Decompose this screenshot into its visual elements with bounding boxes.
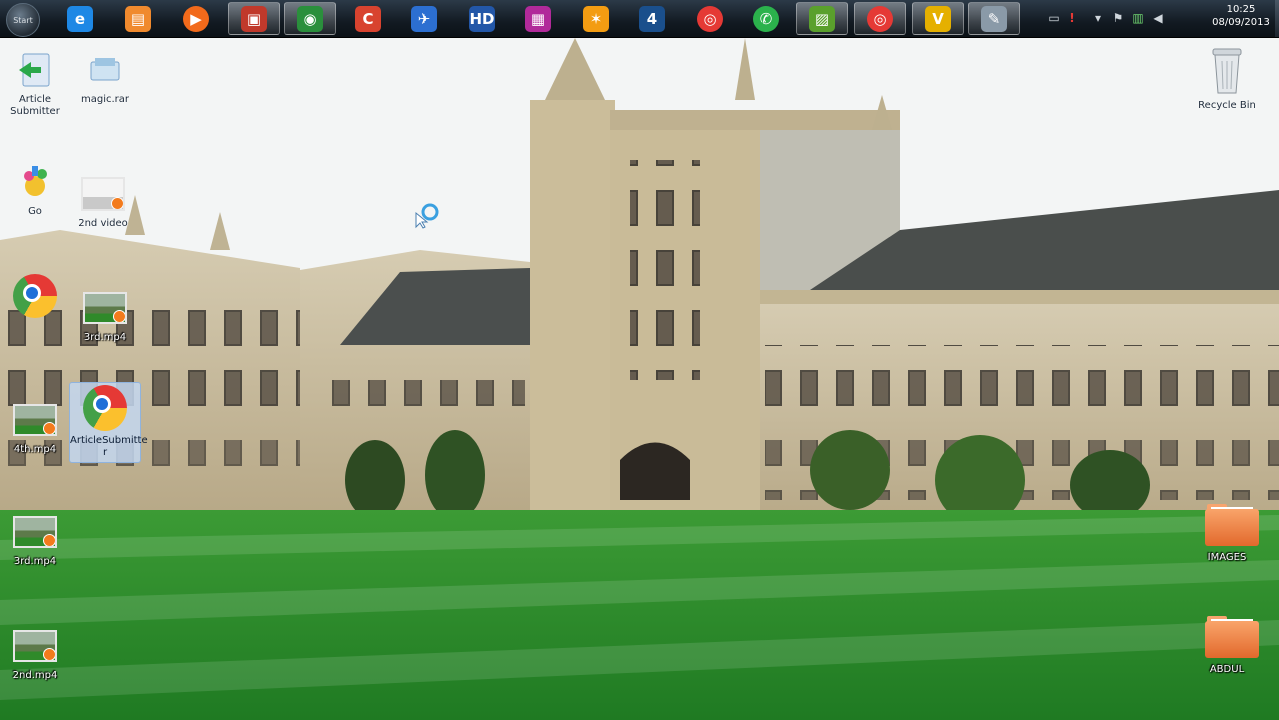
internet-explorer-icon: e — [67, 5, 93, 32]
desktop-screen: Start e ▤ ▶ ▣ ◉ C ✈ HD ▦ ✶ 4 ◎ ✆ ▨ ◎ V ✎ ▭ ! ▾ ⚑ ▥ ◀ 10:… — [0, 0, 1279, 720]
taskbar-button-number-four-app[interactable]: 4 — [626, 2, 678, 35]
desktop-icon-recycle-bin[interactable]: Recycle Bin — [1192, 44, 1262, 112]
colorful-app-icon — [13, 160, 57, 204]
video-editor-icon: ▦ — [525, 5, 551, 32]
desktop-wallpaper — [0, 0, 1279, 720]
taskbar-button-video-editor[interactable]: ▦ — [512, 2, 564, 35]
screen-recorder-icon: ▣ — [241, 5, 267, 32]
desktop-icon-app-3[interactable]: Go — [0, 160, 70, 218]
folder-icon — [1205, 612, 1259, 662]
taskbar-button-media-player[interactable]: ▶ — [170, 2, 222, 35]
start-label: Start — [13, 15, 33, 25]
desktop-icon-label: 4th.mp4 — [13, 444, 57, 455]
video-thumbnail-icon — [13, 398, 57, 442]
desktop-icon-label: IMAGES — [1207, 552, 1247, 563]
tray-battery-icon[interactable]: ▭ — [1047, 11, 1061, 25]
whatsapp-icon: ✆ — [753, 5, 779, 32]
taskbar-button-download-manager[interactable]: ✈ — [398, 2, 450, 35]
desktop-icon-label: Go — [28, 206, 42, 217]
clock-time: 10:25 — [1226, 4, 1256, 15]
folder-icon — [1205, 500, 1259, 550]
desktop-icon-images-folder[interactable]: IMAGES — [1192, 500, 1262, 564]
taskbar-button-image-viewer[interactable]: ▨ — [796, 2, 848, 35]
download-manager-icon: ✈ — [411, 5, 437, 32]
desktop-icon-label: 2nd video — [78, 218, 128, 229]
desktop-icon-3rd-mp4-b[interactable]: 3rd.mp4 — [0, 510, 70, 568]
taskbar-button-vivaldi[interactable]: V — [912, 2, 964, 35]
taskbar-button-folder-shortcut[interactable]: ▤ — [112, 2, 164, 35]
desktop-icon-label: 3rd.mp4 — [13, 556, 57, 567]
taskbar-button-whatsapp[interactable]: ✆ — [740, 2, 792, 35]
chrome-icon: ◎ — [697, 5, 723, 32]
avast-icon: ✶ — [583, 5, 609, 32]
tray-flag-icon[interactable]: ⚑ — [1111, 11, 1125, 25]
camera-app-icon: ◉ — [297, 5, 323, 32]
desktop-icon-label: magic.rar — [80, 94, 130, 105]
video-thumbnail-icon — [83, 286, 127, 330]
chrome-window-icon: ◎ — [867, 5, 893, 32]
taskbar-clock[interactable]: 10:25 08/09/2013 — [1209, 3, 1273, 34]
show-desktop-button[interactable] — [1275, 0, 1279, 37]
tray-overflow-icon[interactable]: ▾ — [1091, 11, 1105, 25]
archive-icon — [83, 48, 127, 92]
desktop-icon-chrome-selected[interactable]: ArticleSubmitte r — [69, 382, 148, 463]
video-thumbnail-icon — [81, 172, 125, 216]
tray-network-icon[interactable]: ▥ — [1131, 11, 1145, 25]
desktop-icon-label: Recycle Bin — [1198, 100, 1256, 111]
video-thumbnail-icon — [13, 624, 57, 668]
system-tray: ▭ ! ▾ ⚑ ▥ ◀ 10:25 08/09/2013 — [1029, 0, 1279, 37]
desktop-icon-3rd-mp4[interactable]: 3rd.mp4 — [70, 286, 140, 344]
desktop-icon-magic-rar[interactable]: magic.rar — [70, 48, 140, 106]
desktop-icon-2nd-video[interactable]: 2nd video — [68, 172, 138, 230]
tray-volume-icon[interactable]: ◀ — [1151, 11, 1165, 25]
desktop-icon-label: 3rd.mp4 — [83, 332, 127, 343]
taskbar-button-ccleaner[interactable]: C — [342, 2, 394, 35]
taskbar-button-avast[interactable]: ✶ — [570, 2, 622, 35]
recycle-bin-icon — [1205, 44, 1249, 98]
desktop-icon-label: ABDUL — [1209, 664, 1245, 675]
taskbar-button-camera-app[interactable]: ◉ — [284, 2, 336, 35]
folder-shortcut-icon: ▤ — [125, 5, 151, 32]
taskbar-button-screen-recorder[interactable]: ▣ — [228, 2, 280, 35]
notepad-icon: ✎ — [981, 5, 1007, 32]
taskbar: Start e ▤ ▶ ▣ ◉ C ✈ HD ▦ ✶ 4 ◎ ✆ ▨ ◎ V ✎ ▭ ! ▾ ⚑ ▥ ◀ 10:… — [0, 0, 1279, 38]
article-submitter-icon — [13, 48, 57, 92]
clock-date: 08/09/2013 — [1212, 17, 1270, 28]
image-viewer-icon: ▨ — [809, 5, 835, 32]
taskbar-button-hd-video-app[interactable]: HD — [456, 2, 508, 35]
desktop-icon-label: 2nd.mp4 — [12, 670, 58, 681]
desktop-icon-chrome-shortcut[interactable] — [0, 274, 70, 318]
tray-alert-icon[interactable]: ! — [1065, 11, 1079, 25]
start-button[interactable]: Start — [6, 3, 40, 37]
taskbar-button-chrome[interactable]: ◎ — [684, 2, 736, 35]
vivaldi-icon: V — [925, 5, 951, 32]
number-four-app-icon: 4 — [639, 5, 665, 32]
desktop-icon-label: ArticleSubmitte r — [70, 435, 148, 458]
mouse-cursor-icon — [415, 203, 439, 229]
taskbar-button-chrome-window[interactable]: ◎ — [854, 2, 906, 35]
video-thumbnail-icon — [13, 510, 57, 554]
ccleaner-icon: C — [355, 5, 381, 32]
chrome-icon — [83, 383, 127, 433]
media-player-icon: ▶ — [183, 5, 209, 32]
desktop-icon-article-submitter[interactable]: Article Submitter — [0, 48, 70, 118]
desktop-icon-4th-mp4[interactable]: 4th.mp4 — [0, 398, 70, 456]
chrome-icon — [13, 274, 57, 318]
desktop-icon-label: Article Submitter — [10, 94, 60, 117]
desktop-icon-abdul-folder[interactable]: ABDUL — [1192, 612, 1262, 676]
taskbar-button-internet-explorer[interactable]: e — [54, 2, 106, 35]
desktop-icon-2nd-mp4[interactable]: 2nd.mp4 — [0, 624, 70, 682]
taskbar-button-notepad[interactable]: ✎ — [968, 2, 1020, 35]
hd-video-app-icon: HD — [469, 5, 495, 32]
